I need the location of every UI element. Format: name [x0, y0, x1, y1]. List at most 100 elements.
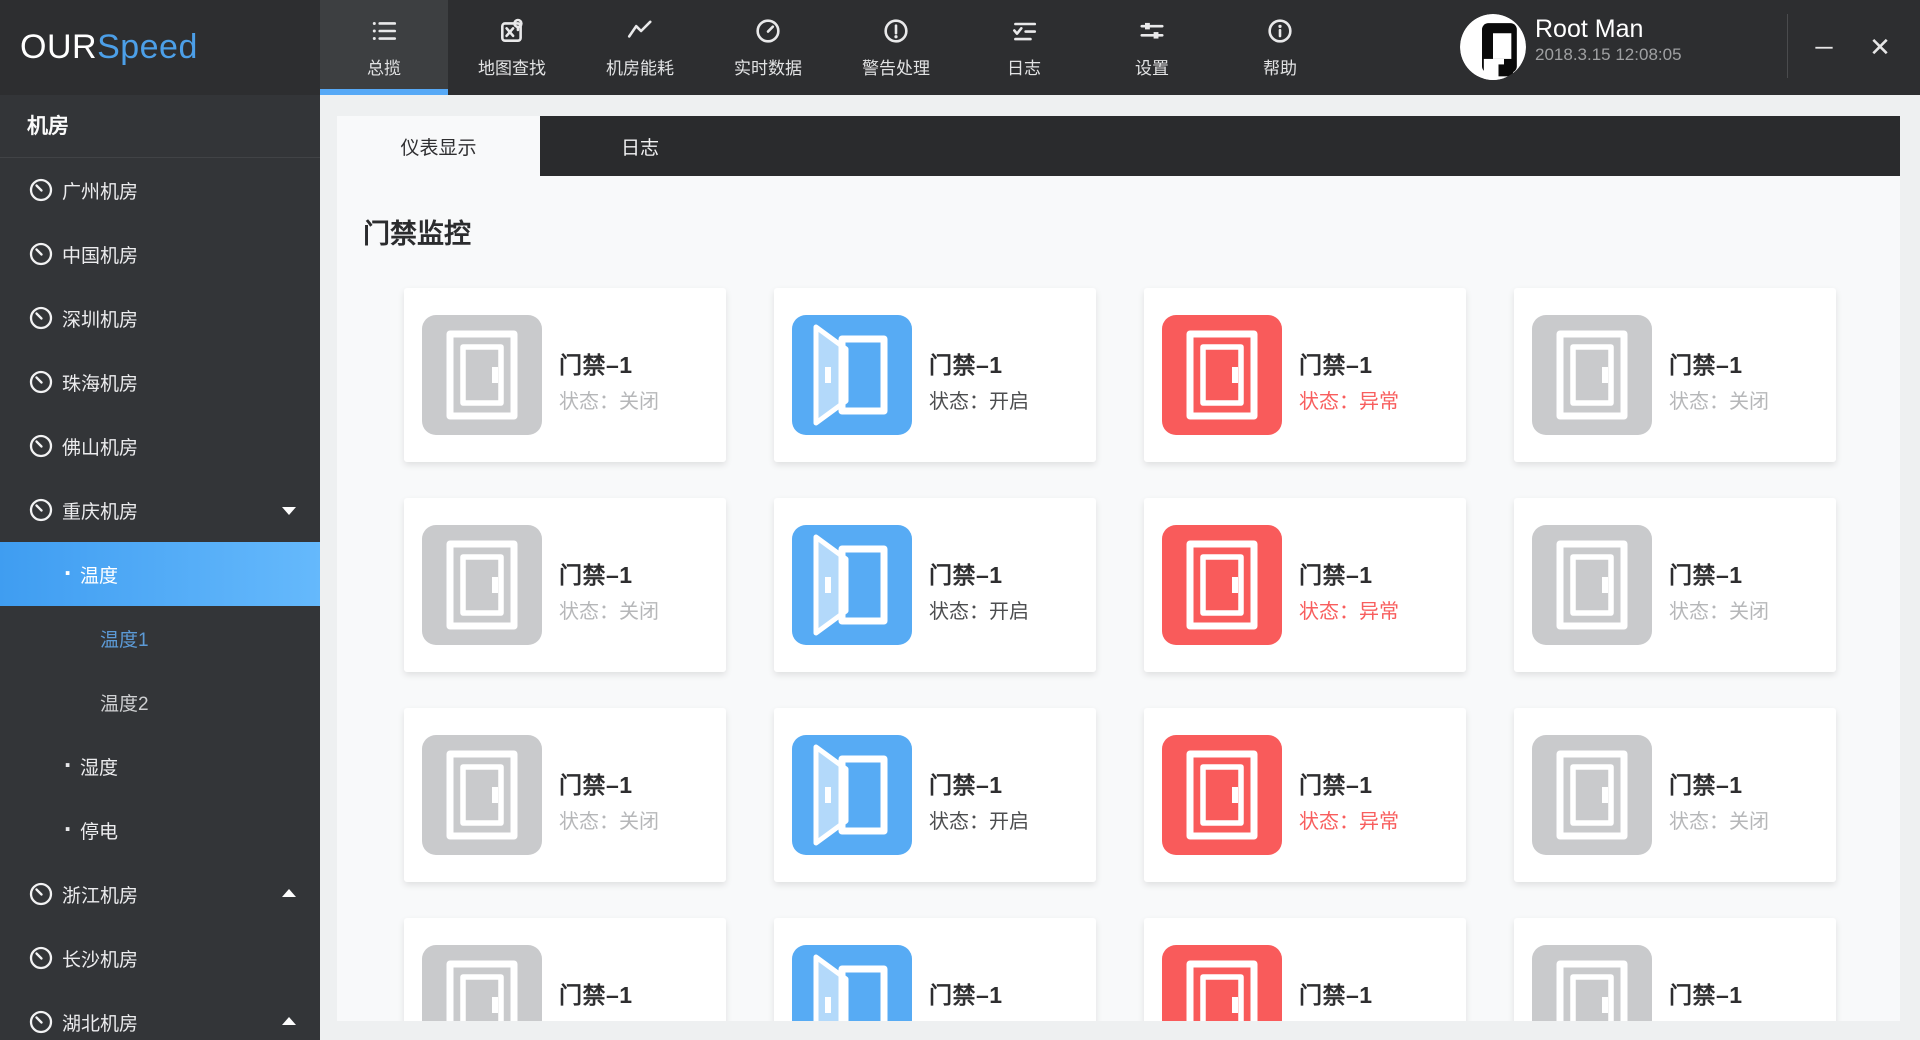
status-value: 异常 [1359, 811, 1399, 833]
user-avatar[interactable] [1460, 14, 1526, 80]
sidebar-item-12[interactable]: 浙江机房 [0, 862, 320, 926]
sidebar-item-10[interactable]: 湿度 [0, 734, 320, 798]
door-closed-icon [1162, 945, 1282, 1021]
sidebar-item-5[interactable]: 佛山机房 [0, 414, 320, 478]
door-card[interactable]: 门禁–1 状态：关闭 [1514, 498, 1836, 672]
door-closed-icon [1162, 315, 1282, 435]
gauge-icon [28, 1009, 54, 1035]
tab-bar: 仪表显示 日志 [337, 116, 1900, 176]
chevron-up-icon[interactable] [282, 889, 296, 897]
sidebar-item-label: 湿度 [80, 757, 119, 779]
sidebar-item-14[interactable]: 湖北机房 [0, 990, 320, 1040]
door-closed-icon [1162, 735, 1282, 855]
divider [1787, 14, 1788, 78]
card-title: 门禁–1 [1299, 562, 1373, 588]
nav-item-1[interactable]: 总揽 [320, 0, 448, 95]
card-title: 门禁–1 [929, 772, 1003, 798]
card-title: 门禁–1 [1669, 352, 1743, 378]
door-closed-icon [422, 735, 542, 855]
door-card[interactable]: 门禁–1 状态：开启 [774, 708, 1096, 882]
chevron-up-icon[interactable] [282, 1017, 296, 1025]
sidebar-item-label: 浙江机房 [62, 885, 139, 907]
gauge-icon [28, 369, 54, 395]
sidebar-item-label: 温度1 [100, 629, 149, 651]
door-card[interactable]: 门禁–1 状态：异常 [1144, 708, 1466, 882]
help-icon [1266, 17, 1294, 45]
door-card[interactable]: 门禁–1 状态：异常 [1144, 498, 1466, 672]
door-card[interactable]: 门禁–1 状态：开启 [774, 288, 1096, 462]
door-open-icon [792, 735, 912, 855]
sidebar-item-7[interactable]: 温度 [0, 542, 320, 606]
nav-item-8[interactable]: 帮助 [1216, 0, 1344, 95]
gauge-icon [28, 497, 54, 523]
log-list-icon [1010, 17, 1038, 45]
card-status: 状态：关闭 [559, 805, 659, 834]
close-button[interactable]: ✕ [1856, 0, 1904, 95]
door-card[interactable]: 门禁–1 状态：关闭 [404, 918, 726, 1021]
gauge-icon [28, 177, 54, 203]
tab-log[interactable]: 日志 [540, 116, 740, 176]
user-name: Root Man [1535, 15, 1644, 43]
door-card[interactable]: 门禁–1 状态：关闭 [1514, 708, 1836, 882]
status-value: 关闭 [1729, 391, 1769, 413]
door-card[interactable]: 门禁–1 状态：关闭 [404, 288, 726, 462]
sidebar-item-label: 停电 [80, 821, 119, 843]
nav-item-label: 地图查找 [478, 58, 546, 78]
nav-item-7[interactable]: 设置 [1088, 0, 1216, 95]
card-status: 状态：关闭 [559, 385, 659, 414]
door-card[interactable]: 门禁–1 状态：关闭 [1514, 288, 1836, 462]
card-title: 门禁–1 [1299, 772, 1373, 798]
chevron-down-icon[interactable] [282, 507, 296, 515]
sidebar-item-label: 长沙机房 [62, 949, 139, 971]
card-status: 状态：开启 [929, 805, 1029, 834]
door-card[interactable]: 门禁–1 状态：关闭 [404, 498, 726, 672]
card-status: 状态：关闭 [559, 595, 659, 624]
door-open-icon [792, 525, 912, 645]
nav-item-5[interactable]: 警告处理 [832, 0, 960, 95]
realtime-gauge-icon [754, 17, 782, 45]
tab-dashboard[interactable]: 仪表显示 [337, 116, 540, 176]
nav-item-label: 日志 [1007, 58, 1041, 78]
card-status: 状态：开启 [929, 385, 1029, 414]
sidebar-item-3[interactable]: 深圳机房 [0, 286, 320, 350]
sidebar-item-9[interactable]: 温度2 [0, 670, 320, 734]
nav-item-label: 总揽 [367, 58, 401, 78]
settings-sliders-icon [1138, 17, 1166, 45]
datetime-label: 2018.3.15 12:08:05 [1535, 45, 1682, 64]
door-card[interactable]: 门禁–1 状态：开启 [774, 498, 1096, 672]
door-closed-icon [422, 315, 542, 435]
nav-item-2[interactable]: 地图查找 [448, 0, 576, 95]
sidebar-item-2[interactable]: 中国机房 [0, 222, 320, 286]
sidebar: 机房 广州机房中国机房深圳机房珠海机房佛山机房重庆机房温度温度1 温度2 湿度停电浙… [0, 95, 320, 1040]
nav-item-6[interactable]: 日志 [960, 0, 1088, 95]
status-prefix: 状态： [559, 391, 619, 413]
status-value: 开启 [989, 601, 1029, 623]
door-closed-icon [422, 525, 542, 645]
status-prefix: 状态： [559, 601, 619, 623]
card-title: 门禁–1 [1669, 562, 1743, 588]
sidebar-item-1[interactable]: 广州机房 [0, 158, 320, 222]
nav-item-3[interactable]: 机房能耗 [576, 0, 704, 95]
door-card[interactable]: 门禁–1 状态：关闭 [1514, 918, 1836, 1021]
map-search-icon [498, 17, 526, 45]
door-card[interactable]: 门禁–1 状态：异常 [1144, 288, 1466, 462]
card-title: 门禁–1 [559, 562, 633, 588]
sidebar-item-4[interactable]: 珠海机房 [0, 350, 320, 414]
minimize-button[interactable]: ─ [1800, 0, 1848, 95]
sidebar-item-6[interactable]: 重庆机房 [0, 478, 320, 542]
sidebar-item-13[interactable]: 长沙机房 [0, 926, 320, 990]
gauge-icon [28, 433, 54, 459]
door-card[interactable]: 门禁–1 状态：关闭 [404, 708, 726, 882]
gauge-icon [28, 945, 54, 971]
card-status: 状态：开启 [929, 1015, 1029, 1021]
app-logo[interactable]: OUR Speed [20, 0, 320, 95]
card-title: 门禁–1 [559, 982, 633, 1008]
door-card[interactable]: 门禁–1 状态：开启 [774, 918, 1096, 1021]
door-card[interactable]: 门禁–1 状态：异常 [1144, 918, 1466, 1021]
sidebar-item-8[interactable]: 温度1 [0, 606, 320, 670]
sidebar-item-11[interactable]: 停电 [0, 798, 320, 862]
gauge-icon [28, 881, 54, 907]
energy-line-icon [626, 17, 654, 45]
card-title: 门禁–1 [1669, 772, 1743, 798]
nav-item-4[interactable]: 实时数据 [704, 0, 832, 95]
